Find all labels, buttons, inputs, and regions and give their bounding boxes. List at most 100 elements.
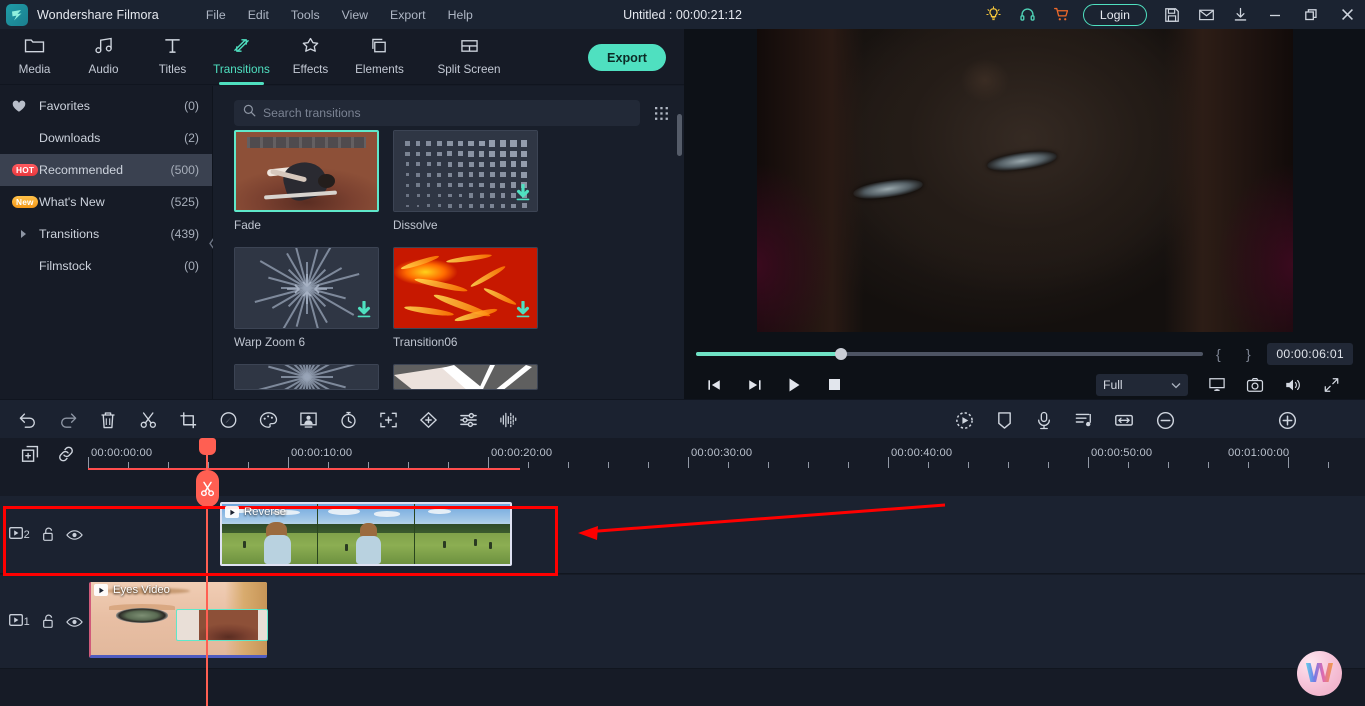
- download-icon[interactable]: [1223, 0, 1257, 29]
- music-note-icon: [93, 37, 114, 59]
- sidebar-item-downloads[interactable]: Downloads (2): [0, 122, 212, 154]
- sidebar-item-transitions[interactable]: Transitions (439): [0, 218, 212, 250]
- grid-view-icon[interactable]: [650, 102, 672, 124]
- track-2-lock-icon[interactable]: [34, 527, 61, 542]
- menu-view[interactable]: View: [331, 5, 379, 25]
- tab-split-screen[interactable]: Split Screen: [414, 29, 524, 85]
- delete-icon[interactable]: [96, 408, 120, 432]
- fit-timeline-icon[interactable]: [1112, 408, 1136, 432]
- render-preview-icon[interactable]: [952, 408, 976, 432]
- link-clips-icon[interactable]: [48, 438, 84, 470]
- menu-help[interactable]: Help: [437, 5, 484, 25]
- clip-play-icon: [94, 584, 108, 596]
- tab-effects[interactable]: Effects: [276, 29, 345, 85]
- ruler-label: 00:00:40:00: [891, 447, 953, 459]
- display-mode-icon[interactable]: [1202, 373, 1232, 396]
- transition-thumbnail-partial-rays: [234, 364, 379, 390]
- volume-icon[interactable]: [1278, 373, 1308, 396]
- transition-thumbnail-warp-zoom-6: [234, 247, 379, 329]
- adjust-sliders-icon[interactable]: [456, 408, 480, 432]
- minimize-icon[interactable]: [1257, 0, 1293, 29]
- split-scissors-icon[interactable]: [136, 408, 160, 432]
- crop-icon[interactable]: [176, 408, 200, 432]
- playback-controls: Full: [684, 370, 1365, 399]
- quality-dropdown[interactable]: Full: [1096, 374, 1188, 396]
- marker-icon[interactable]: [992, 408, 1016, 432]
- add-track-icon[interactable]: [12, 438, 48, 470]
- ruler-tick: [968, 462, 969, 468]
- transition-card-partial-rays[interactable]: [234, 364, 379, 390]
- cart-icon[interactable]: [1045, 0, 1079, 29]
- timeline-track-1[interactable]: 1 Eyes Video: [0, 575, 1365, 669]
- undo-icon[interactable]: [16, 408, 40, 432]
- keyframe-diamond-icon[interactable]: [416, 408, 440, 432]
- color-palette-icon[interactable]: [256, 408, 280, 432]
- triangle-right-icon[interactable]: [21, 230, 26, 238]
- tab-audio[interactable]: Audio: [69, 29, 138, 85]
- sidebar-item-whats-new[interactable]: New What's New (525): [0, 186, 212, 218]
- tab-transitions[interactable]: Transitions: [207, 29, 276, 85]
- snapshot-camera-icon[interactable]: [1240, 373, 1270, 396]
- download-icon[interactable]: [515, 183, 531, 207]
- clip-label-eyes-video: Eyes Video: [94, 584, 170, 596]
- voiceover-mic-icon[interactable]: [1032, 408, 1056, 432]
- transition-card-warp-zoom-6[interactable]: Warp Zoom 6: [234, 247, 379, 349]
- timeline-transition-element[interactable]: [176, 609, 268, 641]
- menu-file[interactable]: File: [195, 5, 237, 25]
- video-canvas[interactable]: [757, 29, 1293, 332]
- new-badge: New: [12, 196, 38, 208]
- track-1-lock-icon[interactable]: [34, 614, 61, 629]
- close-icon[interactable]: [1329, 0, 1365, 29]
- tab-media[interactable]: Media: [0, 29, 69, 85]
- seek-slider[interactable]: [696, 348, 1204, 360]
- timeline-ruler[interactable]: 00:00:00:00 00:00:10:00 00:00:20:00 00:00:3…: [88, 438, 1365, 470]
- transition-card-dissolve[interactable]: Dissolve: [393, 130, 538, 232]
- download-icon[interactable]: [356, 300, 372, 324]
- prev-frame-icon[interactable]: [694, 370, 734, 399]
- sidebar-item-filmstock[interactable]: Filmstock (0): [0, 250, 212, 282]
- menu-edit[interactable]: Edit: [237, 5, 280, 25]
- transition-card-transition06[interactable]: Transition06: [393, 247, 538, 349]
- zoom-out-icon[interactable]: [1153, 408, 1177, 432]
- tab-titles[interactable]: Titles: [138, 29, 207, 85]
- duration-clock-icon[interactable]: [336, 408, 360, 432]
- lightbulb-icon[interactable]: [977, 0, 1011, 29]
- ruler-tick: [1008, 462, 1009, 468]
- next-frame-icon[interactable]: [734, 370, 774, 399]
- seek-handle[interactable]: [834, 348, 847, 360]
- transition-card-fade[interactable]: Fade: [234, 130, 379, 232]
- sidebar-item-recommended[interactable]: HOT Recommended (500): [0, 154, 212, 186]
- stabilization-icon[interactable]: [376, 408, 400, 432]
- timeline-track-2[interactable]: 2 Reverse: [0, 496, 1365, 574]
- detach-audio-icon[interactable]: [1072, 408, 1096, 432]
- mark-out-button[interactable]: }: [1233, 346, 1263, 362]
- restore-icon[interactable]: [1293, 0, 1329, 29]
- mark-in-button[interactable]: {: [1203, 346, 1233, 362]
- tab-elements[interactable]: Elements: [345, 29, 414, 85]
- track-2-visibility-icon[interactable]: [61, 529, 88, 541]
- search-input[interactable]: Search transitions: [234, 100, 640, 126]
- menu-tools[interactable]: Tools: [280, 5, 331, 25]
- mail-icon[interactable]: [1189, 0, 1223, 29]
- menu-export[interactable]: Export: [379, 5, 437, 25]
- redo-icon[interactable]: [56, 408, 80, 432]
- login-button[interactable]: Login: [1082, 3, 1147, 26]
- timeline-clip-reverse[interactable]: Reverse: [220, 502, 512, 566]
- headphones-icon[interactable]: [1011, 0, 1045, 29]
- stop-icon[interactable]: [814, 370, 854, 399]
- speed-icon[interactable]: [216, 408, 240, 432]
- green-screen-icon[interactable]: [296, 408, 320, 432]
- zoom-in-icon[interactable]: [1275, 408, 1299, 432]
- track-1-visibility-icon[interactable]: [61, 616, 88, 628]
- playhead-split-button[interactable]: [196, 470, 219, 507]
- fullscreen-icon[interactable]: [1316, 373, 1346, 396]
- save-icon[interactable]: [1155, 0, 1189, 29]
- browser-scrollbar[interactable]: [677, 88, 682, 398]
- export-button[interactable]: Export: [588, 44, 666, 71]
- sidebar-item-favorites[interactable]: Favorites (0): [0, 90, 212, 122]
- audio-waveform-icon[interactable]: [496, 408, 520, 432]
- download-icon[interactable]: [515, 300, 531, 324]
- play-icon[interactable]: [774, 370, 814, 399]
- scrollbar-thumb[interactable]: [677, 114, 682, 156]
- transition-card-partial-shard[interactable]: [393, 364, 538, 390]
